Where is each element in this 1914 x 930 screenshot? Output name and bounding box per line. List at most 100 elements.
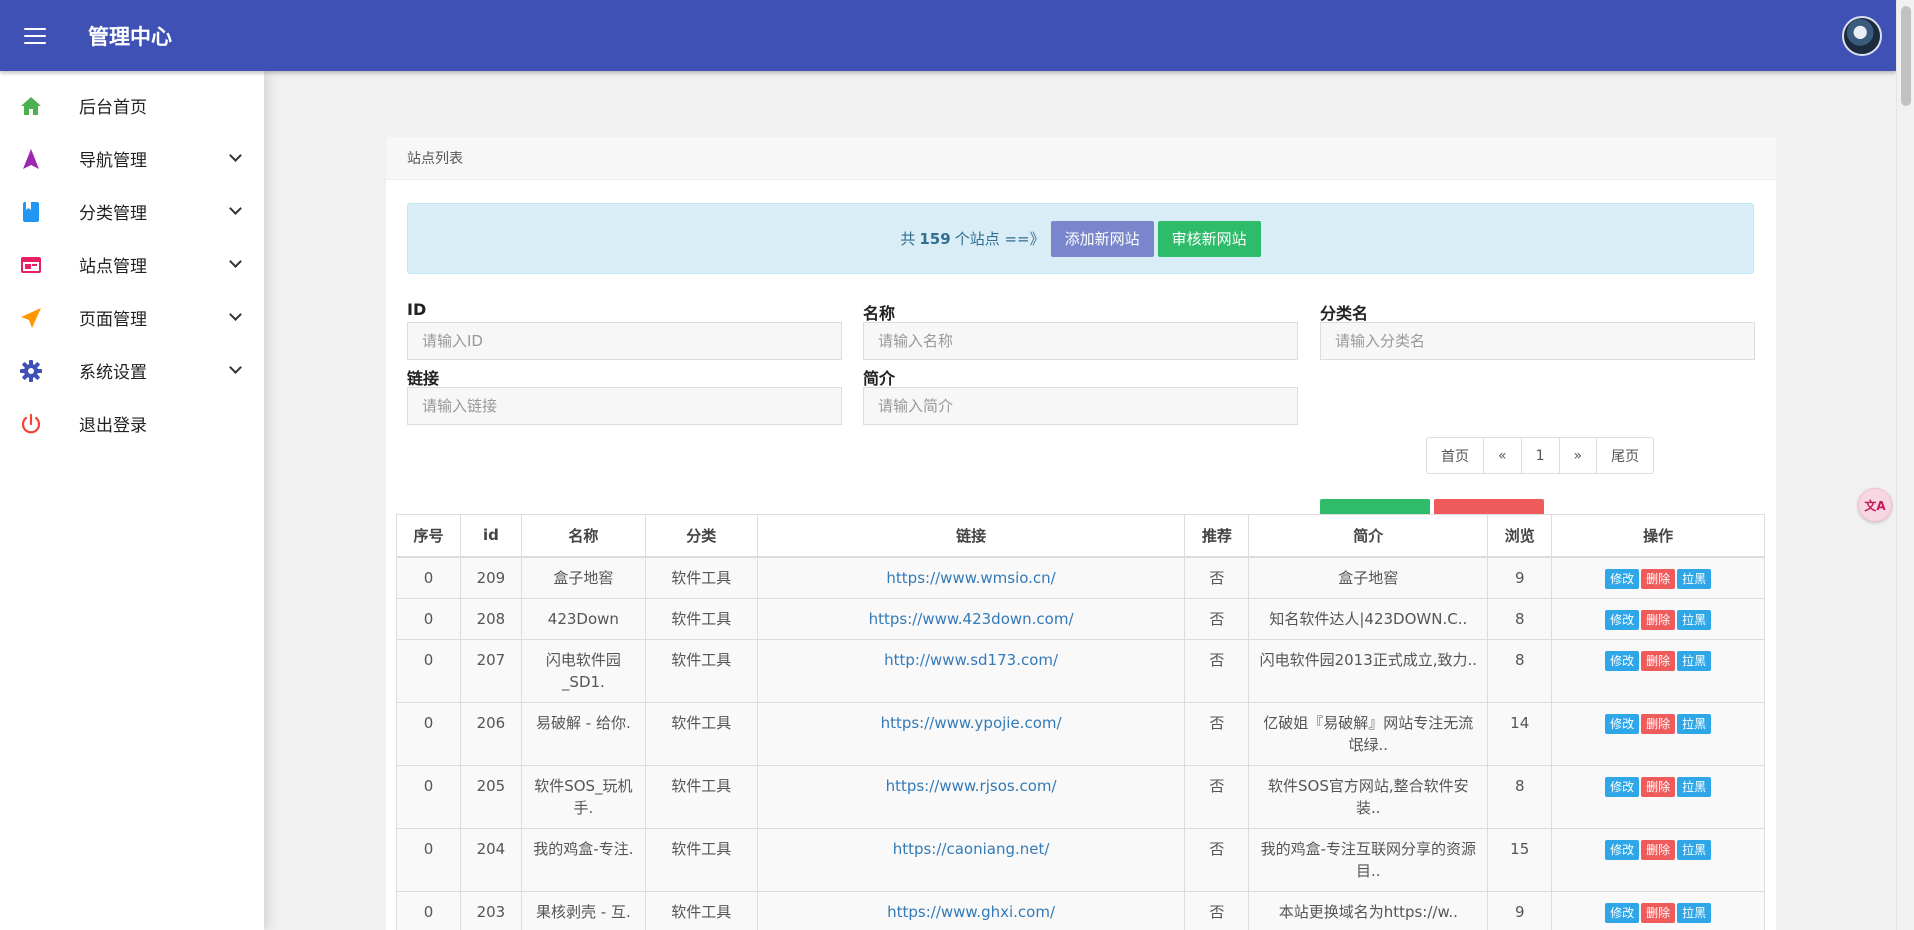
cell-actions: 修改 删除 拉黑	[1551, 638, 1765, 703]
site-link[interactable]: https://www.wmsio.cn/	[886, 569, 1055, 587]
id-label: ID	[407, 300, 427, 319]
cell-name: 果核剥壳 - 互.	[520, 890, 646, 930]
intro-label: 简介	[863, 369, 896, 388]
blacklist-button[interactable]: 拉黑	[1677, 650, 1712, 671]
user-avatar[interactable]	[1842, 16, 1882, 56]
power-icon	[20, 413, 42, 435]
table-body: 0 209 盒子地窖 软件工具 https://www.wmsio.cn/否盒子地窖 9 修…	[396, 556, 1765, 930]
site-link[interactable]: https://caoniang.net/	[893, 840, 1050, 858]
cell-intro: 我的鸡盒-专注互联网分享的资源目..	[1248, 827, 1489, 892]
edit-button[interactable]: 修改	[1605, 776, 1640, 797]
id-input[interactable]	[407, 322, 842, 360]
cell-name: 423Down	[520, 597, 646, 640]
scroll-thumb[interactable]	[1901, 6, 1911, 106]
name-field-group: 名称	[863, 300, 1298, 360]
page-next-button[interactable]: »	[1558, 438, 1597, 473]
table-row: 0 203 果核剥壳 - 互. 软件工具 https://www.ghxi.com/否本…	[396, 890, 1765, 930]
sidebar-item-label: 系统设置	[79, 363, 147, 383]
delete-button[interactable]: 删除	[1641, 776, 1676, 797]
cell-actions: 修改 删除 拉黑	[1551, 701, 1765, 766]
col-header: 链接	[756, 514, 1186, 558]
site-link[interactable]: https://www.ypojie.com/	[881, 714, 1062, 732]
cell-seq: 0	[396, 827, 461, 892]
delete-button[interactable]: 删除	[1641, 902, 1676, 923]
cell-recommend: 否	[1184, 556, 1250, 599]
add-site-button[interactable]: 添加新网站	[1050, 220, 1154, 257]
cell-category: 软件工具	[644, 890, 758, 930]
sidebar-item-dashboard[interactable]: 后台首页	[0, 79, 264, 132]
col-header: 浏览	[1487, 514, 1553, 558]
edit-button[interactable]: 修改	[1605, 902, 1640, 923]
page-last-button[interactable]: 尾页	[1596, 438, 1653, 473]
delete-button[interactable]: 删除	[1641, 713, 1676, 734]
blacklist-button[interactable]: 拉黑	[1677, 776, 1712, 797]
col-header: 名称	[520, 514, 646, 558]
blacklist-button[interactable]: 拉黑	[1677, 568, 1712, 589]
sidebar-item-settings[interactable]: 系统设置	[0, 344, 264, 397]
delete-button[interactable]: 删除	[1641, 650, 1676, 671]
cell-intro: 知名软件达人|423DOWN.C..	[1248, 597, 1489, 640]
page-first-button[interactable]: 首页	[1427, 438, 1483, 473]
col-header: 序号	[396, 514, 461, 558]
site-link[interactable]: https://www.ghxi.com/	[887, 903, 1055, 921]
cell-category: 软件工具	[644, 764, 758, 829]
review-site-button[interactable]: 审核新网站	[1157, 220, 1261, 257]
intro-input[interactable]	[863, 387, 1298, 425]
delete-button[interactable]: 删除	[1641, 609, 1676, 630]
category-input[interactable]	[1320, 322, 1755, 360]
hamburger-icon	[24, 27, 46, 44]
pagination: 首页 « 1 » 尾页	[1426, 437, 1655, 474]
send-icon	[20, 307, 42, 329]
translate-icon[interactable]: 文A	[1858, 488, 1892, 522]
menu-toggle-button[interactable]	[0, 0, 70, 71]
blacklist-button[interactable]: 拉黑	[1677, 713, 1712, 734]
navigation-icon	[20, 148, 42, 170]
sidebar-item-navigation[interactable]: 导航管理	[0, 132, 264, 185]
edit-button[interactable]: 修改	[1605, 713, 1640, 734]
site-table: 序号 id 名称 分类 链接 推荐 简介 浏览 操作 0 209 盒子地窖 软件工具 h…	[396, 514, 1765, 930]
cell-actions: 修改 删除 拉黑	[1551, 827, 1765, 892]
cell-name: 易破解 - 给你.	[520, 701, 646, 766]
sidebar-item-sites[interactable]: 站点管理	[0, 238, 264, 291]
blacklist-button[interactable]: 拉黑	[1677, 839, 1712, 860]
cell-intro: 本站更换域名为https://w..	[1248, 890, 1489, 930]
edit-button[interactable]: 修改	[1605, 650, 1640, 671]
delete-button[interactable]: 删除	[1641, 839, 1676, 860]
sidebar-item-pages[interactable]: 页面管理	[0, 291, 264, 344]
cell-views: 9	[1487, 556, 1553, 599]
table-row: 0 205 软件SOS_玩机手. 软件工具 https://www.rjsos.com/…	[396, 764, 1765, 829]
sidebar-item-category[interactable]: 分类管理	[0, 185, 264, 238]
blacklist-button[interactable]: 拉黑	[1677, 902, 1712, 923]
link-field-group: 链接	[407, 365, 842, 425]
cell-seq: 0	[396, 701, 461, 766]
table-row: 0 204 我的鸡盒-专注. 软件工具 https://caoniang.net/否我的…	[396, 827, 1765, 892]
name-input[interactable]	[863, 322, 1298, 360]
blacklist-button[interactable]: 拉黑	[1677, 609, 1712, 630]
edit-button[interactable]: 修改	[1605, 609, 1640, 630]
table-row: 0 208 423Down 软件工具 https://www.423down.com/否…	[396, 597, 1765, 640]
cell-id: 204	[459, 827, 522, 892]
page-prev-button[interactable]: «	[1483, 438, 1521, 473]
delete-button[interactable]: 删除	[1641, 568, 1676, 589]
site-link[interactable]: http://www.sd173.com/	[884, 651, 1058, 669]
cell-views: 15	[1487, 827, 1553, 892]
page-scrollbar[interactable]	[1896, 0, 1914, 930]
table-header-row: 序号 id 名称 分类 链接 推荐 简介 浏览 操作	[396, 514, 1765, 558]
site-link[interactable]: https://www.rjsos.com/	[886, 777, 1057, 795]
site-link[interactable]: https://www.423down.com/	[869, 610, 1074, 628]
cell-id: 209	[459, 556, 522, 599]
cell-recommend: 否	[1184, 827, 1250, 892]
cell-id: 206	[459, 701, 522, 766]
cell-link: http://www.sd173.com/	[756, 638, 1186, 703]
alert-prefix: 共	[900, 230, 916, 248]
cell-intro: 亿破姐『易破解』网站专注无流氓绿..	[1248, 701, 1489, 766]
chevron-down-icon	[229, 149, 242, 162]
cell-actions: 修改 删除 拉黑	[1551, 597, 1765, 640]
edit-button[interactable]: 修改	[1605, 568, 1640, 589]
link-label: 链接	[407, 369, 440, 388]
page-current-button[interactable]: 1	[1520, 438, 1559, 473]
sidebar-item-logout[interactable]: 退出登录	[0, 397, 264, 450]
edit-button[interactable]: 修改	[1605, 839, 1640, 860]
cell-id: 203	[459, 890, 522, 930]
link-input[interactable]	[407, 387, 842, 425]
